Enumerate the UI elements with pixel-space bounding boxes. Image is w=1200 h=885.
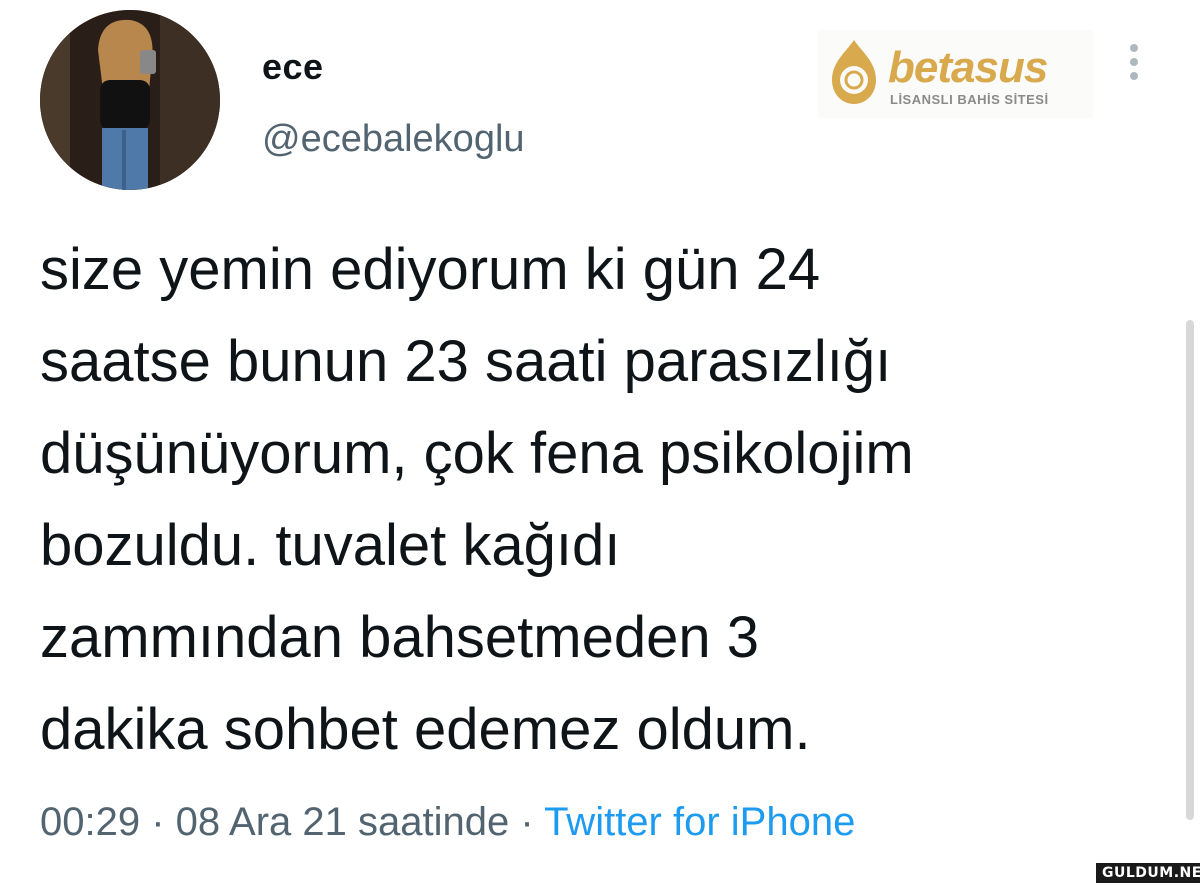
sponsor-tagline: LİSANSLI BAHİS SİTESİ	[890, 92, 1049, 107]
meta-separator: ·	[509, 800, 545, 844]
tweet-date[interactable]: 08 Ara 21 saatinde	[176, 800, 510, 844]
watermark: GULDUM.NET	[1096, 863, 1200, 883]
more-vertical-icon-dot	[1130, 72, 1138, 80]
tweet-line: size yemin ediyorum ki gün 24	[40, 237, 821, 302]
display-name[interactable]: ece	[262, 46, 324, 88]
tweet-line: zammından bahsetmeden 3	[40, 605, 759, 670]
sponsor-brand: betasus	[888, 43, 1048, 92]
scrollbar[interactable]	[1186, 320, 1194, 820]
user-handle[interactable]: @ecebalekoglu	[262, 118, 525, 161]
more-options-button[interactable]	[1122, 40, 1146, 86]
tweet-metadata: 00:29 · 08 Ara 21 saatinde · Twitter for…	[40, 800, 855, 845]
tweet-line: dakika sohbet edemez oldum.	[40, 697, 811, 762]
tweet-line: saatse bunun 23 saati parasızlığı	[40, 329, 892, 394]
sponsor-logo: betasus LİSANSLI BAHİS SİTESİ	[818, 30, 1093, 118]
more-vertical-icon-dot	[1130, 58, 1138, 66]
profile-photo-icon	[40, 10, 220, 190]
avatar[interactable]	[40, 10, 220, 190]
tweet-time[interactable]: 00:29	[40, 800, 140, 844]
tweet-line: düşünüyorum, çok fena psikolojim	[40, 421, 914, 486]
more-vertical-icon	[1130, 44, 1138, 52]
betasus-logo-icon	[832, 40, 876, 104]
tweet-line: bozuldu. tuvalet kağıdı	[40, 513, 621, 578]
tweet-text: size yemin ediyorum ki gün 24 saatse bun…	[40, 224, 1180, 776]
meta-separator: ·	[140, 800, 176, 844]
tweet-source-link[interactable]: Twitter for iPhone	[544, 800, 855, 844]
